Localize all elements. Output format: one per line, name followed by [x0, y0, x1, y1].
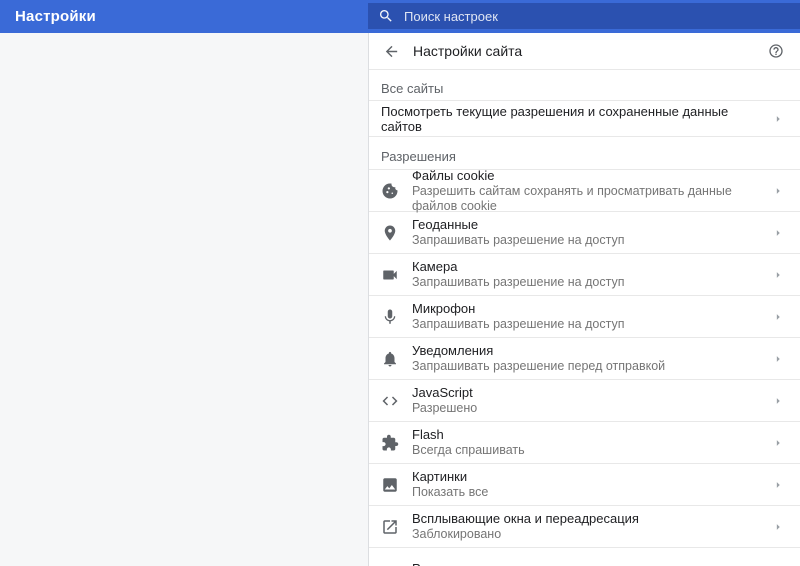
settings-search-field[interactable]: [368, 3, 800, 29]
row-ads[interactable]: Реклама: [369, 548, 800, 566]
view-permissions-row[interactable]: Посмотреть текущие разрешения и сохранен…: [369, 101, 800, 137]
row-subtitle: Разрешить сайтам сохранять и просматрива…: [412, 183, 732, 213]
chevron-right-icon: [771, 184, 785, 198]
row-subtitle: Разрешено: [412, 401, 478, 415]
row-title: JavaScript: [412, 385, 473, 400]
row-title: Уведомления: [412, 343, 494, 358]
chevron-right-icon: [771, 226, 785, 240]
row-subtitle: Запрашивать разрешение на доступ: [412, 275, 625, 289]
row-javascript[interactable]: JavaScript Разрешено: [369, 380, 800, 422]
arrow-back-icon[interactable]: [383, 43, 400, 60]
row-microphone[interactable]: Микрофон Запрашивать разрешение на досту…: [369, 296, 800, 338]
ads-icon-placeholder: [381, 560, 399, 566]
row-title: Геоданные: [412, 217, 479, 232]
row-title: Flash: [412, 427, 444, 442]
chevron-right-icon: [771, 352, 785, 366]
row-title: Всплывающие окна и переадресация: [412, 511, 639, 526]
row-subtitle: Показать все: [412, 485, 489, 499]
row-camera[interactable]: Камера Запрашивать разрешение на доступ: [369, 254, 800, 296]
row-subtitle: Заблокировано: [412, 527, 502, 541]
row-title: Файлы cookie: [412, 167, 495, 183]
microphone-icon: [381, 308, 399, 326]
row-title: Реклама: [412, 561, 464, 566]
chevron-right-icon: [771, 310, 785, 324]
row-subtitle: Запрашивать разрешение на доступ: [412, 233, 625, 247]
subpage-header: Настройки сайта: [369, 33, 800, 70]
camera-icon: [381, 266, 399, 284]
row-subtitle: Запрашивать разрешение на доступ: [412, 317, 625, 331]
open-in-new-icon: [381, 518, 399, 536]
row-subtitle: Запрашивать разрешение перед отправкой: [412, 359, 666, 373]
chevron-right-icon: [771, 436, 785, 450]
chevron-right-icon: [771, 394, 785, 408]
chevron-right-icon: [771, 478, 785, 492]
help-icon[interactable]: [768, 43, 784, 59]
row-notifications[interactable]: Уведомления Запрашивать разрешение перед…: [369, 338, 800, 380]
search-icon: [378, 8, 394, 24]
settings-title: Настройки: [15, 8, 96, 25]
page-title: Настройки сайта: [413, 43, 523, 59]
image-icon: [381, 476, 399, 494]
chevron-right-icon: [771, 112, 785, 126]
location-icon: [381, 224, 399, 242]
row-flash[interactable]: Flash Всегда спрашивать: [369, 422, 800, 464]
cookie-icon: [381, 182, 399, 200]
row-cookies[interactable]: Файлы cookie Разрешить сайтам сохранять …: [369, 167, 800, 213]
search-input[interactable]: [404, 8, 800, 24]
section-label-permissions: Разрешения: [369, 137, 800, 170]
puzzle-icon: [381, 434, 399, 452]
notifications-icon: [381, 350, 399, 368]
row-images[interactable]: Картинки Показать все: [369, 464, 800, 506]
row-title: Камера: [412, 259, 458, 274]
chevron-right-icon: [771, 268, 785, 282]
row-location[interactable]: Геоданные Запрашивать разрешение на дост…: [369, 212, 800, 254]
section-label-all-sites: Все сайты: [369, 70, 800, 101]
code-icon: [381, 392, 399, 410]
view-permissions-label: Посмотреть текущие разрешения и сохранен…: [381, 103, 729, 134]
row-popups[interactable]: Всплывающие окна и переадресация Заблоки…: [369, 506, 800, 548]
row-title: Микрофон: [412, 301, 476, 316]
row-title: Картинки: [412, 469, 468, 484]
site-settings-card: Настройки сайта Все сайты Посмотреть тек…: [368, 33, 800, 566]
row-subtitle: Всегда спрашивать: [412, 443, 525, 457]
chevron-right-icon: [771, 520, 785, 534]
top-toolbar: Настройки: [0, 0, 800, 33]
